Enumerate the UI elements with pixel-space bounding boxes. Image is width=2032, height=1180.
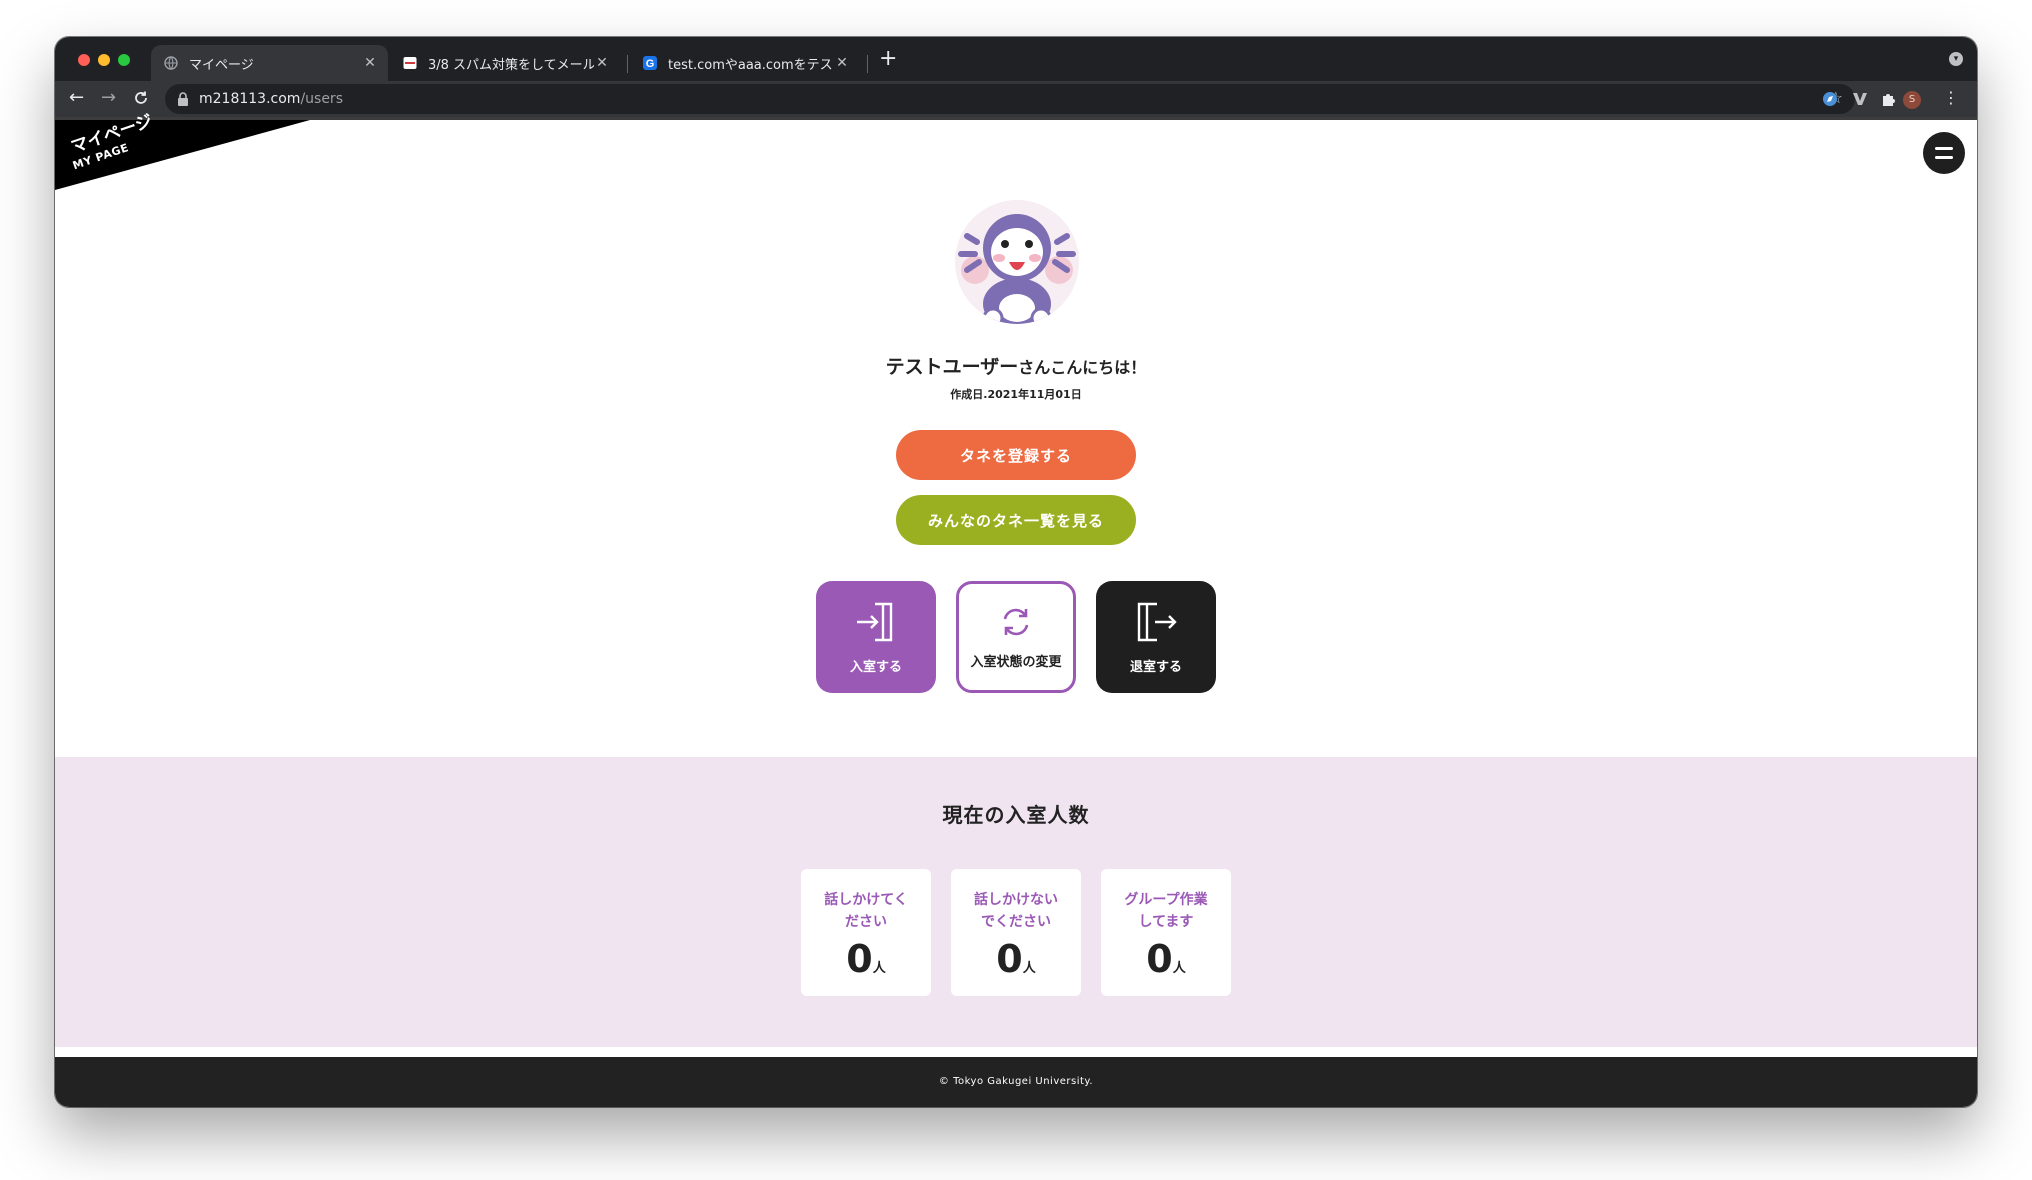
page-content: マイページ MY PAGE テストユーザーさんこんにちは！ 作成日.2021年1…: [55, 111, 1977, 1107]
logout-door-icon: [1137, 602, 1177, 641]
site-favicon-icon: [402, 55, 418, 71]
occupancy-count: 0人: [996, 937, 1036, 981]
extension-v-icon[interactable]: [1851, 90, 1869, 108]
close-window-button[interactable]: [78, 54, 90, 66]
occupancy-card-talkable: 話しかけてく ださい 0人: [801, 869, 931, 996]
address-bar[interactable]: m218113.com/users ☆: [165, 84, 1855, 114]
browser-tab-mypage[interactable]: マイページ ✕: [151, 45, 388, 81]
tab-separator: [867, 55, 868, 73]
leave-room-button[interactable]: 退室する: [1096, 581, 1216, 693]
url-text: m218113.com/users: [199, 91, 343, 107]
greeting-suffix: さんこんにちは！: [1018, 358, 1147, 377]
svg-text:G: G: [646, 58, 655, 70]
extensions-puzzle-icon[interactable]: [1879, 90, 1897, 108]
footer-copyright: © Tokyo Gakugei University.: [55, 1057, 1977, 1107]
created-date: 作成日.2021年11月01日: [950, 388, 1082, 401]
axolotl-mascot-icon: [955, 200, 1079, 324]
user-name: テストユーザー: [885, 356, 1019, 378]
browser-tab-spam[interactable]: 3/8 スパム対策をしてメールアドレ ✕: [390, 45, 620, 81]
close-tab-icon[interactable]: ✕: [834, 55, 850, 71]
tab-title: test.comやaaa.comをテストデー: [668, 57, 834, 73]
tab-title: 3/8 スパム対策をしてメールアドレ: [428, 57, 594, 73]
globe-icon: [163, 55, 179, 71]
browser-window: マイページ ✕ 3/8 スパム対策をしてメールアドレ ✕ G test.comや…: [55, 37, 1977, 1107]
forward-arrow-icon[interactable]: →: [101, 87, 116, 109]
greeting-text: テストユーザーさんこんにちは！: [55, 352, 1977, 379]
new-tab-button[interactable]: +: [879, 48, 897, 70]
occupancy-card-do-not-disturb: 話しかけない でください 0人: [951, 869, 1081, 996]
minimize-window-button[interactable]: [98, 54, 110, 66]
occupancy-count: 0人: [846, 937, 886, 981]
change-status-label: 入室状態の変更: [970, 654, 1062, 670]
corner-ribbon: マイページ MY PAGE: [55, 111, 315, 194]
occupancy-count: 0人: [1146, 937, 1186, 981]
login-door-icon: [857, 602, 893, 641]
close-tab-icon[interactable]: ✕: [594, 55, 610, 71]
occupancy-card-label: 話しかけない でください: [974, 892, 1058, 930]
profile-avatar[interactable]: S: [1903, 91, 1921, 109]
back-arrow-icon[interactable]: ←: [69, 87, 84, 109]
register-seed-button[interactable]: タネを登録する: [896, 430, 1136, 480]
occupancy-card-label: グループ作業 してます: [1124, 892, 1208, 930]
extension-compass-icon[interactable]: [1821, 90, 1839, 108]
change-status-button[interactable]: 入室状態の変更: [956, 581, 1076, 693]
browser-tab-testcom[interactable]: G test.comやaaa.comをテストデー ✕: [630, 45, 860, 81]
user-avatar: [955, 200, 1079, 324]
enter-room-label: 入室する: [849, 659, 902, 675]
view-seeds-button[interactable]: みんなのタネ一覧を見る: [896, 495, 1136, 545]
enter-room-button[interactable]: 入室する: [816, 581, 936, 693]
lock-icon: [178, 92, 188, 106]
occupancy-card-group-work: グループ作業 してます 0人: [1101, 869, 1231, 996]
occupancy-section: 現在の入室人数 話しかけてく ださい 0人 話しかけない でください 0人 グループ…: [55, 757, 1977, 1047]
occupancy-title: 現在の入室人数: [942, 803, 1090, 827]
browser-toolbar: ← → m218113.com/users ☆ S ⋮: [55, 81, 1977, 117]
maximize-window-button[interactable]: [118, 54, 130, 66]
tab-title: マイページ: [189, 57, 254, 73]
more-menu-icon[interactable]: ⋮: [1943, 88, 1959, 107]
hamburger-menu-button[interactable]: [1923, 132, 1965, 174]
refresh-cycle-icon: [1003, 608, 1029, 635]
leave-room-label: 退室する: [1129, 659, 1182, 675]
close-tab-icon[interactable]: ✕: [362, 55, 378, 71]
occupancy-card-label: 話しかけてく ださい: [824, 892, 908, 930]
tab-strip: マイページ ✕ 3/8 スパム対策をしてメールアドレ ✕ G test.comや…: [55, 37, 1977, 81]
tab-search-icon[interactable]: ▾: [1949, 52, 1963, 66]
google-g-icon: G: [642, 55, 658, 71]
tab-separator: [627, 55, 628, 73]
